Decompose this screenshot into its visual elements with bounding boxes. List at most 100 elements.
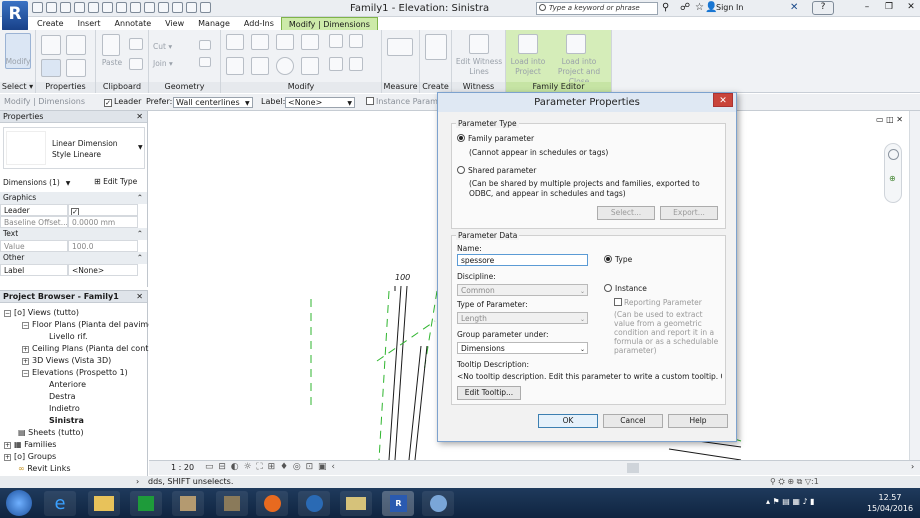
offset-icon[interactable]: [251, 34, 269, 50]
undo-icon[interactable]: [60, 2, 71, 13]
view-scale[interactable]: 1 : 20: [171, 463, 194, 472]
text-icon[interactable]: [130, 2, 141, 13]
type-radio[interactable]: Type: [604, 255, 632, 264]
restore-icon[interactable]: ❐: [878, 0, 900, 16]
tree-item-anteriore[interactable]: Anteriore: [49, 379, 86, 391]
print-icon[interactable]: [88, 2, 99, 13]
3d-view-icon[interactable]: [144, 2, 155, 13]
save-icon[interactable]: [46, 2, 57, 13]
clock-time[interactable]: 12.57: [870, 493, 910, 502]
app2-icon[interactable]: [216, 491, 248, 516]
measure-icon[interactable]: [102, 2, 113, 13]
zoom-icon[interactable]: ⊕: [889, 174, 896, 183]
dimension-text[interactable]: 100: [395, 273, 410, 282]
switch-windows-icon[interactable]: [200, 2, 211, 13]
tree-item-floor-plans[interactable]: − Floor Plans (Pianta del pavime: [22, 319, 153, 331]
load-into-project-button[interactable]: Load into Project: [508, 57, 548, 77]
load-into-project-icon[interactable]: [518, 34, 538, 54]
selection-filter-icons[interactable]: ⚲ ⛭ ⊕ ⧉ ▽:1: [770, 476, 819, 488]
cancel-button[interactable]: Cancel: [603, 414, 663, 428]
scroll-right-icon[interactable]: ›: [911, 462, 914, 471]
measure-tool-icon[interactable]: [387, 38, 413, 56]
type-selector[interactable]: Linear Dimension Style Lineare ▼: [3, 127, 145, 169]
scroll-thumb[interactable]: [627, 463, 639, 473]
leader-checkbox[interactable]: ✓ Leader: [104, 97, 141, 107]
app-menu-button[interactable]: R: [2, 1, 28, 31]
family-category-icon[interactable]: [66, 59, 86, 77]
tree-item-3d-views[interactable]: +3D Views (Vista 3D): [22, 355, 111, 367]
tree-item-families[interactable]: + ▦ Families: [4, 439, 56, 451]
wall-line[interactable]: [408, 345, 422, 460]
firefox-icon[interactable]: [256, 491, 288, 516]
exchange-icon[interactable]: ✕: [790, 2, 798, 13]
geometry-tool2-icon[interactable]: [199, 57, 211, 67]
dialog-close-button[interactable]: ✕: [713, 93, 733, 107]
close-hidden-icon[interactable]: [186, 2, 197, 13]
steering-wheel-icon[interactable]: [888, 149, 899, 160]
tree-item-ceiling-plans[interactable]: + Ceiling Plans (Pianta del contr: [22, 343, 152, 355]
view-window-controls[interactable]: ▭ ◫ ✕: [876, 115, 903, 124]
mirror-axis-icon[interactable]: [276, 34, 294, 50]
edit-witness-lines-button[interactable]: Edit Witness Lines: [454, 57, 504, 77]
align-icon[interactable]: [226, 34, 244, 50]
sign-in-link[interactable]: Sign In: [716, 3, 743, 12]
instance-filter[interactable]: Dimensions (1) ▼: [3, 177, 88, 189]
tree-item-views[interactable]: − [o] Views (tutto): [4, 307, 79, 319]
reference-line[interactable]: [378, 290, 390, 460]
instance-parameter-checkbox[interactable]: Instance Paramet: [366, 97, 446, 106]
favorites-icon[interactable]: ☆: [695, 2, 704, 13]
tab-add-ins[interactable]: Add-Ins: [237, 17, 281, 30]
type-properties-icon[interactable]: [66, 35, 86, 55]
close-icon[interactable]: ✕: [136, 291, 143, 303]
instance-radio[interactable]: Instance: [604, 284, 647, 293]
store-icon[interactable]: [130, 491, 162, 516]
tree-item-elevations[interactable]: − Elevations (Prospetto 1): [22, 367, 128, 379]
label-select[interactable]: <None> ▼: [285, 97, 355, 108]
reporting-parameter-checkbox[interactable]: Reporting Parameter: [614, 298, 702, 307]
rotate-icon[interactable]: [276, 57, 294, 75]
close-window-icon[interactable]: ✕: [900, 0, 920, 16]
paint-icon[interactable]: [422, 491, 454, 516]
tab-insert[interactable]: Insert: [71, 17, 108, 30]
geometry-tool-icon[interactable]: [199, 40, 211, 50]
collapse-icon[interactable]: −: [4, 310, 11, 317]
scroll-right-icon[interactable]: ›: [136, 476, 139, 488]
tab-create[interactable]: Create: [30, 17, 71, 30]
tree-item-groups[interactable]: + [o] Groups: [4, 451, 56, 463]
media-icon[interactable]: [298, 491, 330, 516]
tree-item-destra[interactable]: Destra: [49, 391, 76, 403]
tab-modify-dimensions[interactable]: Modify | Dimensions: [280, 17, 378, 30]
copy-elem-icon[interactable]: [251, 57, 269, 75]
cut-button[interactable]: Cut ▾: [153, 42, 172, 51]
minimize-icon[interactable]: –: [856, 0, 878, 16]
folder-icon[interactable]: [340, 491, 372, 516]
tree-item-sinistra[interactable]: Sinistra: [49, 415, 84, 427]
shared-parameter-radio[interactable]: Shared parameter: [457, 166, 536, 175]
type-of-parameter-select[interactable]: Length ⌄: [457, 312, 588, 324]
close-icon[interactable]: ✕: [136, 111, 143, 123]
revit-taskbar-icon[interactable]: R: [382, 491, 414, 516]
create-group-icon[interactable]: [425, 34, 447, 60]
group-graphics[interactable]: Graphics ⌃: [0, 192, 147, 204]
tree-item-revit-links[interactable]: ∞ Revit Links: [18, 463, 71, 475]
explorer-icon[interactable]: [88, 491, 120, 516]
edit-type-button[interactable]: ⊞ Edit Type: [94, 176, 144, 188]
trim-icon[interactable]: [301, 57, 319, 75]
ie-icon[interactable]: e: [44, 491, 76, 516]
move-icon[interactable]: [226, 57, 244, 75]
binoculars-icon[interactable]: ⚲: [662, 2, 669, 13]
prefer-select[interactable]: Wall centerlines ▼: [173, 97, 253, 108]
scale-icon[interactable]: [329, 57, 343, 71]
leader-value[interactable]: ✓: [68, 204, 138, 216]
section-icon[interactable]: [158, 2, 169, 13]
open-icon[interactable]: [32, 2, 43, 13]
tree-item-sheets[interactable]: ▤ Sheets (tutto): [18, 427, 84, 439]
redo-icon[interactable]: [74, 2, 85, 13]
copy-icon[interactable]: [129, 38, 143, 50]
array-icon[interactable]: [349, 34, 363, 48]
thin-lines-icon[interactable]: [172, 2, 183, 13]
paste-icon[interactable]: [102, 34, 120, 56]
view-control-icons[interactable]: ▭ ⊟ ◐ ☼ ⛶ ⊞ ♦ ◎ ⊡ ▣ ‹: [205, 462, 336, 472]
ok-button[interactable]: OK: [538, 414, 598, 428]
subscription-icon[interactable]: ☍: [680, 2, 690, 13]
